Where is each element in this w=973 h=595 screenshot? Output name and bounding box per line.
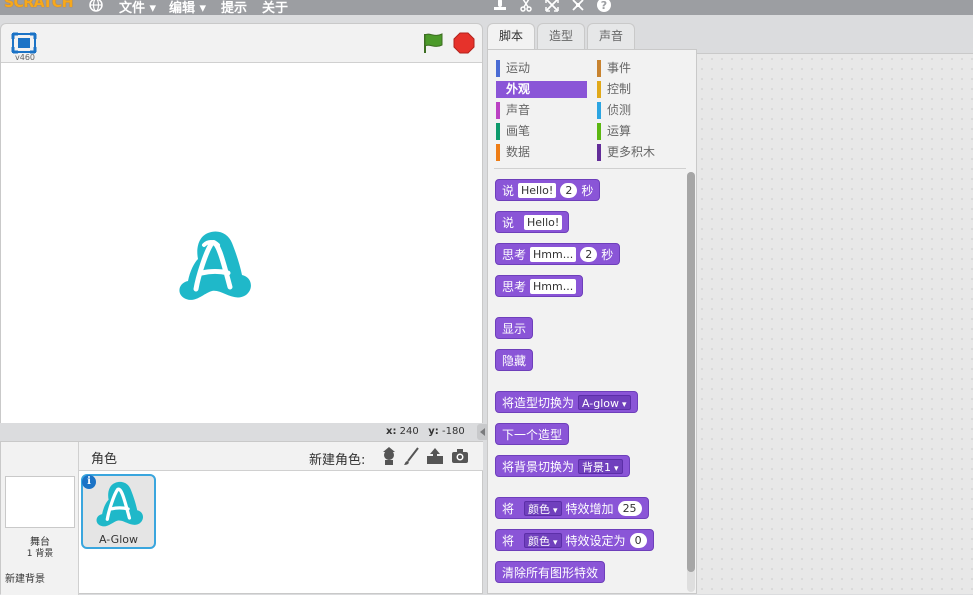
tab-scripts[interactable]: 脚本 xyxy=(487,23,535,50)
sprites-panel: 舞台 1 背景 新建背景 角色 新建角色: i A-Glow xyxy=(0,441,483,595)
tab-sounds[interactable]: 声音 xyxy=(587,23,635,49)
category-operators[interactable]: 运算 xyxy=(597,123,687,140)
palette-scrollbar[interactable] xyxy=(687,172,695,592)
block-switch-backdrop[interactable]: 将背景切换为 背景1 xyxy=(495,455,630,477)
menu-tips[interactable]: 提示 xyxy=(221,0,247,16)
block-switch-costume[interactable]: 将造型切换为 A-glow xyxy=(495,391,638,413)
stage-thumbnail[interactable] xyxy=(5,476,75,528)
block-clear-effects[interactable]: 清除所有图形特效 xyxy=(495,561,606,583)
help-icon[interactable]: ? xyxy=(596,0,612,13)
fullscreen-icon[interactable] xyxy=(11,32,37,54)
category-motion[interactable]: 运动 xyxy=(496,60,586,77)
category-control[interactable]: 控制 xyxy=(597,81,687,98)
sprite-a-glow-icon[interactable] xyxy=(174,229,254,305)
menu-about[interactable]: 关于 xyxy=(262,0,288,16)
version-label: v460 xyxy=(15,53,36,62)
camera-icon[interactable] xyxy=(450,446,470,466)
coord-y: -180 xyxy=(442,426,465,437)
coord-x: 240 xyxy=(399,426,419,437)
block-hide[interactable]: 隐藏 xyxy=(495,349,534,371)
sprite-tile-a-glow[interactable]: i A-Glow xyxy=(81,474,156,549)
duplicate-icon[interactable] xyxy=(492,0,508,13)
stage-column: 舞台 1 背景 新建背景 xyxy=(1,442,79,595)
sprite-library-icon[interactable] xyxy=(379,446,399,466)
tab-costumes[interactable]: 造型 xyxy=(537,23,585,49)
category-sensing[interactable]: 侦测 xyxy=(597,102,687,119)
stage-panel: v460 xyxy=(0,23,483,423)
stop-icon[interactable] xyxy=(453,32,475,54)
svg-text:?: ? xyxy=(601,0,607,12)
mouse-coordinates: x: 240 y: -180 xyxy=(386,426,465,437)
stage-header: v460 xyxy=(1,24,482,62)
scratch-logo[interactable]: SCRATCH xyxy=(4,0,73,11)
backdrop-count: 1 背景 xyxy=(26,549,54,559)
stage-canvas[interactable] xyxy=(1,62,482,423)
menu-edit[interactable]: 编辑 ▾ xyxy=(169,0,206,16)
shrink-icon[interactable] xyxy=(570,0,586,13)
menu-bar: SCRATCH 文件 ▾ 编辑 ▾ 提示 关于 ? xyxy=(0,0,973,16)
block-say-for-secs[interactable]: 说 Hello! 2 秒 xyxy=(495,179,601,201)
category-pen[interactable]: 画笔 xyxy=(496,123,586,140)
new-sprite-label: 新建角色: xyxy=(309,453,366,468)
block-set-effect[interactable]: 将颜色特效设定为0 xyxy=(495,529,654,551)
category-divider xyxy=(494,168,686,169)
sprite-thumbnail-icon xyxy=(96,481,144,527)
sprites-title: 角色 xyxy=(91,452,118,467)
green-flag-icon[interactable] xyxy=(421,31,445,55)
globe-icon[interactable] xyxy=(88,0,104,13)
block-palette: 运动 事件 外观 控制 声音 侦测 画笔 运算 数据 更多积木 说 Hello! 2… xyxy=(487,49,697,594)
category-sound[interactable]: 声音 xyxy=(496,102,586,119)
category-looks[interactable]: 外观 xyxy=(496,81,587,98)
upload-icon[interactable] xyxy=(425,446,445,466)
scrollbar-thumb[interactable] xyxy=(687,172,695,572)
category-data[interactable]: 数据 xyxy=(496,144,586,161)
script-area[interactable] xyxy=(697,53,973,594)
block-show[interactable]: 显示 xyxy=(495,317,534,339)
menu-file[interactable]: 文件 ▾ xyxy=(119,0,156,16)
grow-icon[interactable] xyxy=(544,0,560,13)
sprite-name: A-Glow xyxy=(99,533,138,546)
block-say[interactable]: 说 Hello! xyxy=(495,211,570,233)
category-more-blocks[interactable]: 更多积木 xyxy=(597,144,687,161)
new-backdrop-label: 新建背景 xyxy=(5,574,45,585)
block-change-effect[interactable]: 将颜色特效增加25 xyxy=(495,497,649,519)
block-think[interactable]: 思考 Hmm... xyxy=(495,275,584,297)
sprites-header: 角色 新建角色: xyxy=(79,442,483,471)
block-next-costume[interactable]: 下一个造型 xyxy=(495,423,570,445)
category-events[interactable]: 事件 xyxy=(597,60,687,77)
cut-icon[interactable] xyxy=(518,0,534,13)
paint-brush-icon[interactable] xyxy=(402,446,422,466)
block-think-for-secs[interactable]: 思考 Hmm... 2 秒 xyxy=(495,243,621,265)
